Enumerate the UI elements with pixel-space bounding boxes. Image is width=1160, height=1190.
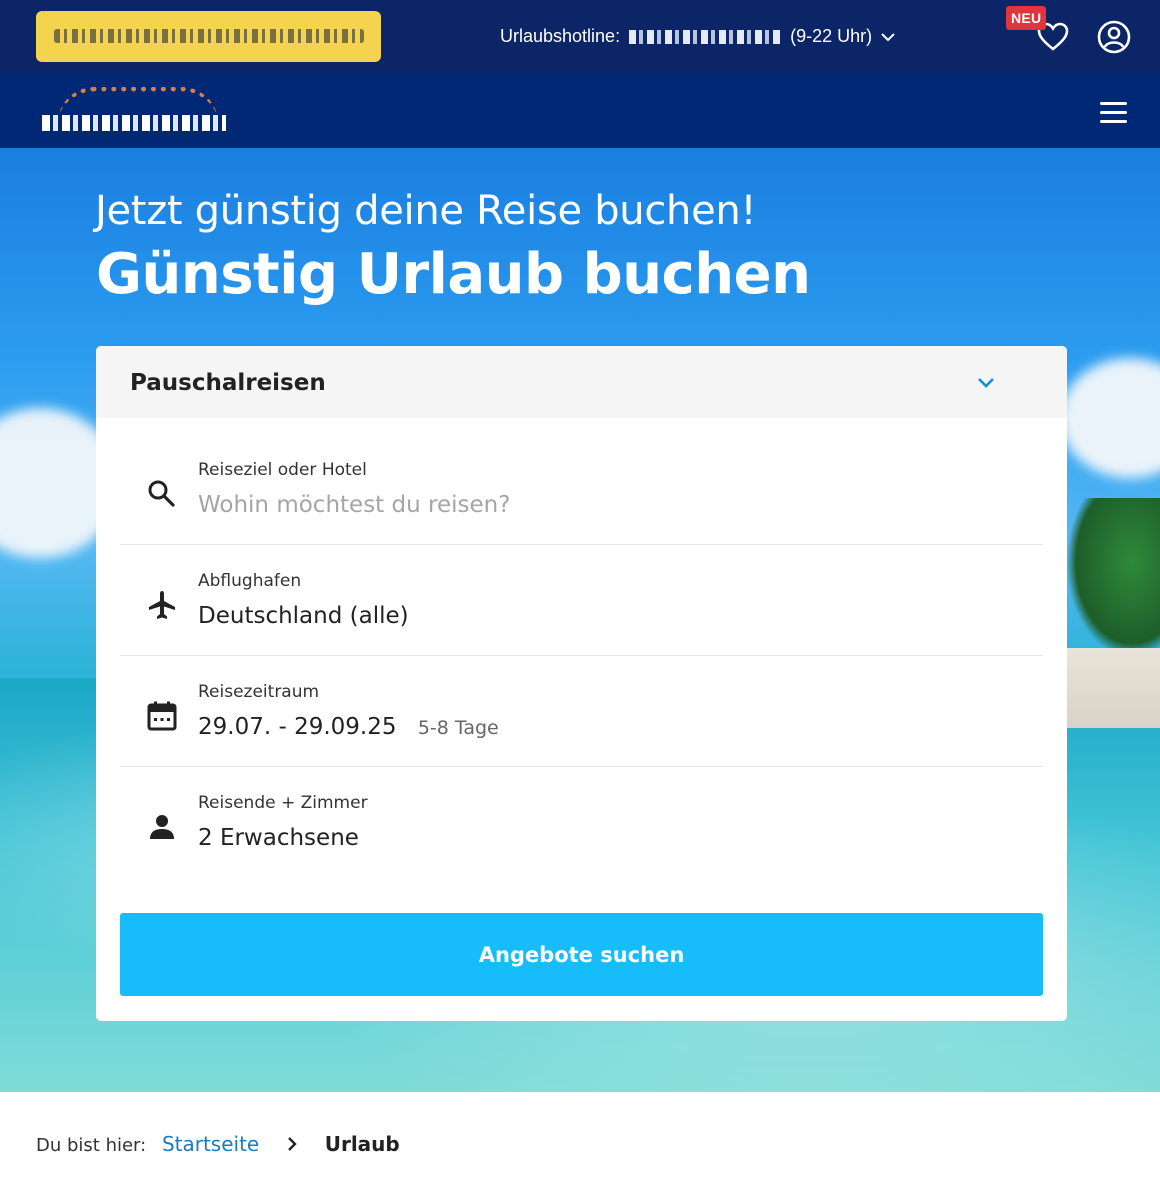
search-icon: [148, 480, 175, 507]
hotline-hours: (9-22 Uhr): [790, 26, 873, 46]
chevron-down-icon: [978, 378, 994, 388]
hotline-number-redacted: [629, 30, 782, 45]
hero-headline: Günstig Urlaub buchen: [96, 242, 811, 307]
destination-placeholder: Wohin möchtest du reisen?: [198, 492, 511, 518]
destination-label: Reiseziel oder Hotel: [198, 460, 367, 480]
travel-period-field[interactable]: Reisezeitraum 29.07. - 29.09.25 5-8 Tage: [120, 656, 1043, 767]
logo-wordmark-redacted: [42, 115, 226, 131]
departure-airport-field[interactable]: Abflughafen Deutschland (alle): [120, 545, 1043, 656]
product-type-select[interactable]: Pauschalreisen: [96, 346, 1067, 418]
person-icon: [150, 815, 174, 839]
hero-background-beach: [1066, 648, 1160, 728]
hotline-label: Urlaubshotline:: [500, 26, 621, 46]
departure-airport-value: Deutschland (alle): [198, 603, 409, 629]
hero-background-cloud: [1060, 358, 1160, 478]
account-button[interactable]: [1097, 20, 1131, 54]
brand-logo[interactable]: [42, 87, 226, 137]
travellers-field[interactable]: Reisende + Zimmer 2 Erwachsene: [120, 767, 1043, 878]
breadcrumb-prefix: Du bist hier:: [36, 1135, 147, 1156]
airplane-icon: [149, 591, 175, 619]
travellers-value: 2 Erwachsene: [198, 825, 359, 851]
search-card: Pauschalreisen Reiseziel oder Hotel Wohi…: [96, 346, 1067, 1021]
breadcrumb-current: Urlaub: [324, 1132, 400, 1156]
hotline-toggle[interactable]: Urlaubshotline: (9-22 Uhr): [500, 26, 895, 47]
hamburger-menu-button[interactable]: [1099, 102, 1129, 124]
promo-text-redacted: [54, 29, 364, 43]
chevron-down-icon: [881, 29, 895, 47]
travel-duration: 5-8 Tage: [417, 717, 499, 739]
search-offers-button[interactable]: Angebote suchen: [120, 913, 1043, 996]
destination-field[interactable]: Reiseziel oder Hotel Wohin möchtest du r…: [120, 434, 1043, 545]
travel-period-value-group: 29.07. - 29.09.25 5-8 Tage: [198, 714, 499, 740]
hero-background-palms: [1066, 498, 1160, 658]
user-circle-icon: [1097, 20, 1131, 54]
travel-period-dates: 29.07. - 29.09.25: [198, 714, 397, 740]
travel-period-label: Reisezeitraum: [198, 682, 320, 702]
promo-banner[interactable]: [38, 13, 379, 60]
departure-airport-label: Abflughafen: [198, 571, 302, 591]
breadcrumb-link-home[interactable]: Startseite: [162, 1132, 259, 1156]
chevron-right-icon: [287, 1135, 297, 1156]
new-badge: NEU: [1006, 6, 1047, 30]
product-type-value: Pauschalreisen: [130, 370, 326, 396]
hero-kicker: Jetzt günstig deine Reise buchen!: [95, 188, 757, 234]
nav-bar: [0, 73, 1160, 148]
breadcrumb: Du bist hier: Startseite Urlaub: [36, 1132, 400, 1156]
top-bar: Urlaubshotline: (9-22 Uhr) NEU: [0, 0, 1160, 73]
travellers-label: Reisende + Zimmer: [198, 793, 368, 813]
calendar-icon: [147, 701, 177, 731]
